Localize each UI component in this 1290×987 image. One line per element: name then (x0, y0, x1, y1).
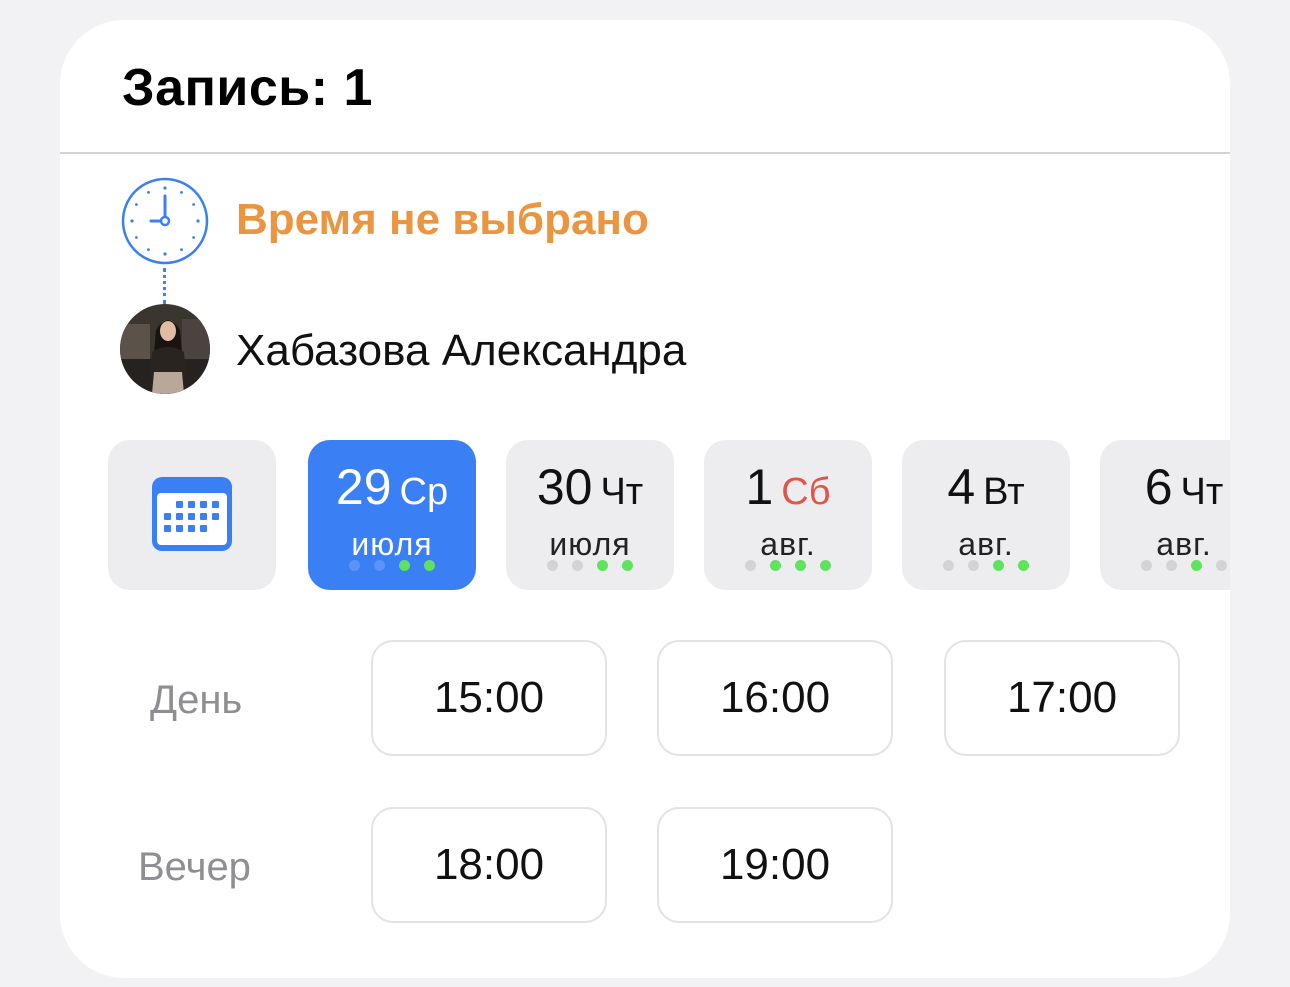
date-picker-strip: 29 Ср июля 30 Чт июля 1 Сб авг. 4 Вт авг. 6Ч… (108, 440, 1230, 590)
availability-dots (902, 560, 1070, 571)
specialist-name: Хабазова Александра (236, 326, 687, 375)
header-divider (60, 152, 1230, 154)
clock-icon (121, 177, 209, 265)
time-slot-button[interactable]: 18:00 (371, 807, 607, 923)
date-weekday: Чт (1180, 471, 1224, 513)
date-weekday: Вт (983, 471, 1025, 513)
date-day: 4 (947, 459, 976, 515)
booking-card: Запись: 1 Время не выбрано Хабазова Алек… (60, 20, 1230, 978)
date-tile[interactable]: 30 Чт июля (506, 440, 674, 590)
date-weekday: Ср (399, 471, 449, 513)
availability-dots (704, 560, 872, 571)
time-slot-button[interactable]: 16:00 (657, 640, 893, 756)
header: Запись: 1 (60, 20, 1230, 154)
date-tile[interactable]: 4 Вт авг. (902, 440, 1070, 590)
calendar-icon (152, 477, 232, 551)
date-month: авг. (1156, 526, 1212, 562)
date-month: июля (549, 526, 631, 562)
date-day: 1 (745, 459, 774, 515)
period-label-evening: Вечер (138, 845, 251, 889)
availability-dots (308, 560, 476, 571)
availability-dots (506, 560, 674, 571)
date-month: июля (351, 526, 433, 562)
date-tile[interactable]: 29 Ср июля (308, 440, 476, 590)
time-status: Время не выбрано (236, 195, 649, 244)
time-slot-button[interactable]: 17:00 (944, 640, 1180, 756)
date-weekday: Сб (781, 471, 831, 513)
date-day: 29 (335, 459, 392, 515)
date-weekday: Чт (600, 471, 644, 513)
time-slot-button[interactable]: 15:00 (371, 640, 607, 756)
date-tile[interactable]: 1 Сб авг. (704, 440, 872, 590)
time-slot-button[interactable]: 19:00 (657, 807, 893, 923)
page-title: Запись: 1 (122, 59, 373, 117)
date-month: авг. (760, 526, 816, 562)
timeline-connector (163, 268, 166, 304)
date-month: авг. (958, 526, 1014, 562)
calendar-button[interactable] (108, 440, 276, 590)
avatar[interactable] (120, 304, 210, 394)
date-tile[interactable]: 6 Чт авг. (1100, 440, 1230, 590)
date-day: 6 (1144, 459, 1173, 515)
period-label-day: День (150, 678, 243, 722)
availability-dots (1100, 560, 1230, 571)
date-day: 30 (536, 459, 593, 515)
